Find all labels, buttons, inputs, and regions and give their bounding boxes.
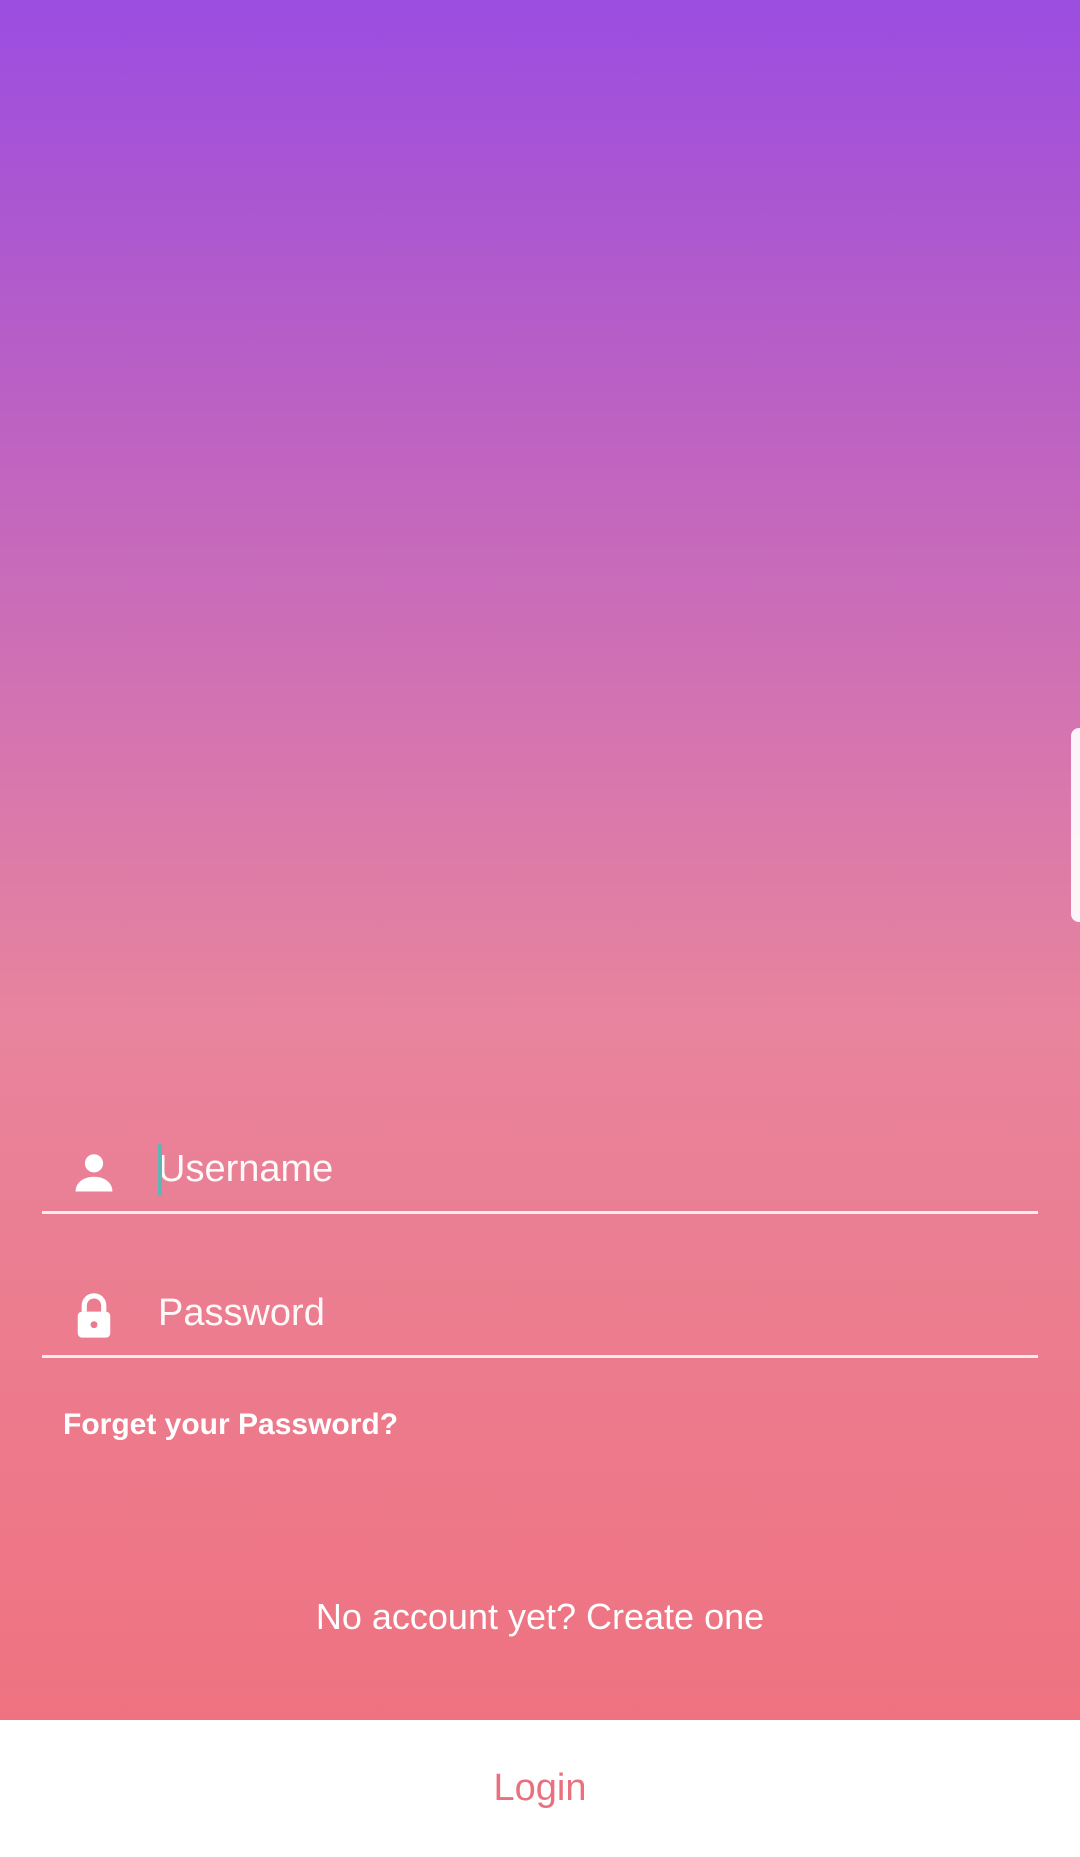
- username-field: [42, 1124, 1038, 1214]
- username-underline: [42, 1211, 1038, 1214]
- forgot-password-link[interactable]: Forget your Password?: [63, 1408, 398, 1442]
- text-cursor: [158, 1144, 162, 1196]
- login-screen: Forget your Password? No account yet? Cr…: [0, 0, 1080, 1857]
- username-input[interactable]: [158, 1134, 1018, 1204]
- lock-icon: [77, 1293, 111, 1338]
- password-underline: [42, 1355, 1038, 1358]
- login-button-label: Login: [493, 1767, 587, 1809]
- login-button[interactable]: Login: [0, 1720, 1080, 1857]
- edge-panel-handle[interactable]: [1071, 728, 1080, 922]
- password-field: [42, 1268, 1038, 1358]
- person-icon: [75, 1154, 113, 1192]
- password-input[interactable]: [158, 1278, 1018, 1348]
- create-account-link[interactable]: No account yet? Create one: [0, 1596, 1080, 1638]
